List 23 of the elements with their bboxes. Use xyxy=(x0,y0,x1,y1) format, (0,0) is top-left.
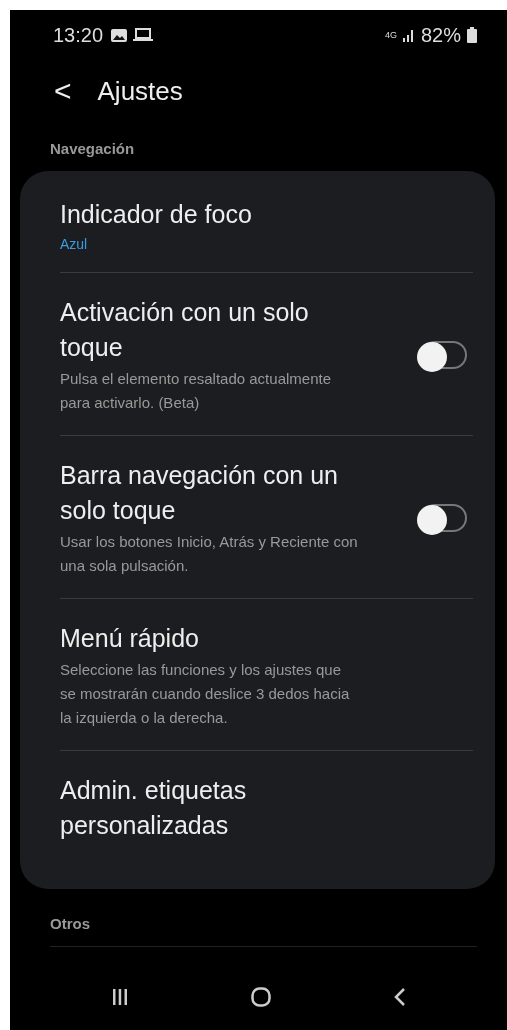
battery-level: 82% xyxy=(420,23,461,47)
laptop-icon xyxy=(133,28,154,42)
setting-title[interactable]: Activación con un solo toque xyxy=(60,295,360,365)
section-title: Otros xyxy=(49,914,91,934)
setting-title[interactable]: Barra navegación con un solo toque xyxy=(60,458,360,528)
back-button[interactable]: < xyxy=(50,74,76,108)
section-title: Navegación xyxy=(49,139,136,159)
setting-description: Pulsa el elemento resaltado actualmente para activarlo. (Beta) xyxy=(60,369,332,413)
setting-description: Seleccione las funciones y los ajustes que se mostrarán cuando deslice 3 dedos hacia la izquierda o la derecha. xyxy=(60,660,351,728)
status-time: 13:20 xyxy=(53,23,104,47)
back-icon[interactable] xyxy=(393,988,406,1006)
setting-description: Usar los botones Inicio, Atrás y Reciente con una sola pulsación. xyxy=(60,532,359,576)
setting-value: Azul xyxy=(60,236,89,252)
picture-icon xyxy=(111,28,128,42)
signal-icon xyxy=(402,28,415,42)
network-type: 4G xyxy=(384,30,397,40)
recents-icon[interactable] xyxy=(111,989,128,1005)
setting-title[interactable]: Menú rápido xyxy=(60,621,360,656)
setting-title[interactable]: Indicador de foco xyxy=(60,197,360,232)
setting-title[interactable]: Admin. etiquetas personalizadas xyxy=(60,773,360,843)
page-title: Ajustes xyxy=(97,75,183,107)
battery-icon xyxy=(467,27,477,43)
home-icon[interactable] xyxy=(250,987,271,1007)
